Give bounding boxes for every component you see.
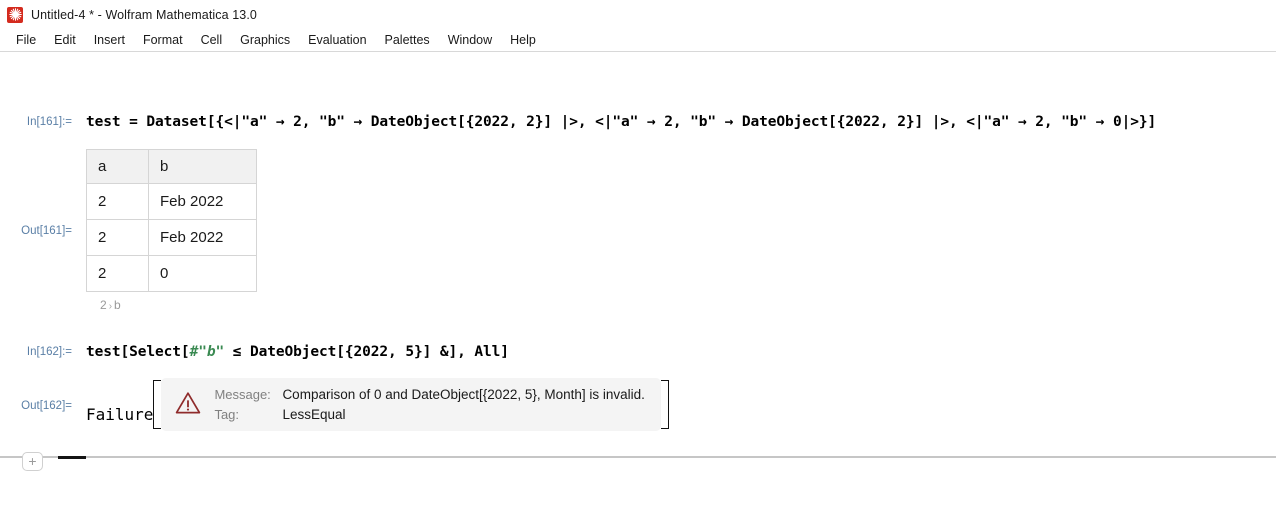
failure-message-box: Message: Comparison of 0 and DateObject[…	[161, 378, 662, 431]
menu-item-window[interactable]: Window	[439, 30, 501, 51]
cell-label-in-162: In[162]:=	[26, 346, 72, 358]
dataset-breadcrumb[interactable]: 2 › b	[86, 298, 257, 312]
message-value-text: Comparison of 0 and DateObject[{2022, 5}…	[282, 387, 645, 402]
failure-output-162[interactable]: Failure Message: Comparison of 0 and Dat…	[86, 378, 670, 431]
menu-item-insert[interactable]: Insert	[85, 30, 134, 51]
breadcrumb-item-column[interactable]: b	[114, 298, 121, 312]
insert-cell-button[interactable]: +	[22, 452, 43, 471]
warning-triangle-icon	[175, 391, 201, 420]
tag-value-text: LessEqual	[282, 407, 346, 422]
menu-item-cell[interactable]: Cell	[192, 30, 232, 51]
code-prefix: test[Select[	[86, 344, 190, 360]
cell-label-out-161: Out[161]=	[21, 225, 72, 237]
menu-item-file[interactable]: File	[7, 30, 45, 51]
insertion-caret	[58, 456, 86, 459]
message-key-label: Message:	[214, 387, 271, 402]
code-slot-pattern: #"b"	[189, 344, 225, 360]
breadcrumb-item-row[interactable]: 2	[100, 298, 107, 312]
table-row[interactable]: 2 0	[86, 255, 257, 292]
notebook-canvas[interactable]: In[161]:= test = Dataset[{<|"a" → 2, "b"…	[0, 52, 1276, 514]
cell-label-in-161: In[161]:=	[26, 116, 72, 128]
bracket-close-icon	[661, 380, 670, 429]
failure-head-label: Failure	[86, 405, 154, 424]
cell-a[interactable]: 2	[86, 255, 149, 292]
dataset-table[interactable]: a b 2 Feb 2022 2 Feb 2022 2 0	[86, 149, 257, 292]
cell-label-out-162: Out[162]=	[21, 400, 72, 412]
failure-detail-grid: Message: Comparison of 0 and DateObject[…	[214, 387, 644, 422]
input-cell-162-code[interactable]: test[Select[#"b" ≤ DateObject[{2022, 5}]…	[86, 344, 509, 360]
title-bar: Untitled-4 * - Wolfram Mathematica 13.0	[0, 0, 1276, 30]
tag-key-label: Tag:	[214, 407, 240, 422]
cell-b[interactable]: Feb 2022	[148, 183, 257, 220]
cell-a[interactable]: 2	[86, 183, 149, 220]
column-header-b[interactable]: b	[148, 149, 257, 184]
dataset-output-161[interactable]: a b 2 Feb 2022 2 Feb 2022 2 0 2 › b	[86, 149, 257, 312]
mathematica-spikey-icon	[7, 6, 23, 23]
cell-insertion-line[interactable]	[0, 456, 1276, 459]
input-cell-161-code[interactable]: test = Dataset[{<|"a" → 2, "b" → DateObj…	[86, 114, 1156, 130]
menu-item-graphics[interactable]: Graphics	[231, 30, 299, 51]
bracket-open-icon	[153, 380, 162, 429]
window-title: Untitled-4 * - Wolfram Mathematica 13.0	[31, 7, 257, 22]
table-row[interactable]: 2 Feb 2022	[86, 219, 257, 256]
menu-item-evaluation[interactable]: Evaluation	[299, 30, 375, 51]
cell-b[interactable]: Feb 2022	[148, 219, 257, 256]
cell-b[interactable]: 0	[148, 255, 257, 292]
menu-bar: File Edit Insert Format Cell Graphics Ev…	[0, 30, 1276, 52]
menu-item-help[interactable]: Help	[501, 30, 545, 51]
code-suffix: ≤ DateObject[{2022, 5}] &], All]	[224, 344, 509, 360]
table-header-row: a b	[86, 149, 257, 184]
cell-a[interactable]: 2	[86, 219, 149, 256]
breadcrumb-separator-icon: ›	[108, 301, 113, 312]
menu-item-format[interactable]: Format	[134, 30, 192, 51]
menu-item-edit[interactable]: Edit	[45, 30, 85, 51]
table-row[interactable]: 2 Feb 2022	[86, 183, 257, 220]
column-header-a[interactable]: a	[86, 149, 149, 184]
menu-item-palettes[interactable]: Palettes	[376, 30, 439, 51]
